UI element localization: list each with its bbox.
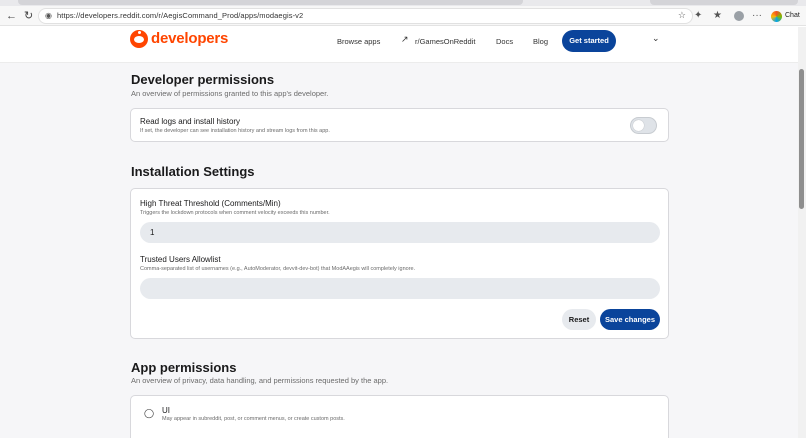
browser-toolbar: ← ↻ ◉ https://developers.reddit.com/r/Ae… — [0, 6, 806, 26]
copilot-icon[interactable] — [771, 11, 782, 22]
app-permission-title: UI — [162, 406, 170, 415]
read-logs-toggle[interactable] — [630, 117, 657, 134]
nav-browse-apps[interactable]: Browse apps — [337, 37, 380, 46]
browser-tab-active[interactable] — [18, 0, 523, 5]
reset-button[interactable]: Reset — [562, 309, 596, 330]
installation-settings-title: Installation Settings — [131, 164, 255, 179]
developer-permissions-subtitle: An overview of permissions granted to th… — [131, 89, 329, 98]
allowlist-input[interactable] — [140, 278, 660, 299]
field-label-allowlist: Trusted Users Allowlist — [140, 255, 221, 264]
favorites-icon[interactable]: ★ — [713, 9, 722, 22]
top-navigation: developers Browse apps ↗ r/GamesOnReddit… — [0, 27, 798, 63]
app-permissions-title: App permissions — [131, 360, 237, 375]
app-permission-card: ◯ UI May appear in subreddit, post, or c… — [130, 395, 669, 438]
permission-description: If set, the developer can see installati… — [140, 128, 330, 134]
nav-blog[interactable]: Blog — [533, 37, 548, 46]
developer-permissions-title: Developer permissions — [131, 72, 275, 87]
browser-tab[interactable] — [650, 0, 798, 5]
brand-name[interactable]: developers — [151, 30, 228, 47]
more-menu-icon[interactable]: ··· — [752, 9, 762, 22]
chat-label[interactable]: Chat — [785, 12, 800, 19]
back-icon[interactable]: ← — [6, 9, 17, 23]
url-text[interactable]: https://developers.reddit.com/r/AegisCom… — [57, 11, 303, 20]
extensions-icon[interactable]: ✦ — [694, 9, 702, 22]
favorite-star-icon[interactable]: ☆ — [678, 10, 686, 21]
chevron-down-icon[interactable]: ⌄ — [652, 33, 660, 44]
reddit-logo-icon[interactable] — [130, 30, 148, 48]
tag-icon: ◯ — [144, 408, 155, 418]
refresh-icon[interactable]: ↻ — [24, 9, 33, 23]
save-changes-button[interactable]: Save changes — [600, 309, 660, 330]
address-bar[interactable]: ◉ https://developers.reddit.com/r/AegisC… — [38, 8, 693, 24]
scrollbar-thumb[interactable] — [799, 69, 804, 209]
toggle-knob — [633, 120, 644, 131]
installation-settings-card: High Threat Threshold (Comments/Min) Tri… — [130, 188, 669, 339]
lock-icon: ◉ — [45, 11, 52, 20]
page: developers Browse apps ↗ r/GamesOnReddit… — [0, 27, 806, 438]
field-label-threshold: High Threat Threshold (Comments/Min) — [140, 199, 281, 208]
nav-subreddit-link[interactable]: r/GamesOnReddit — [415, 37, 475, 46]
external-link-icon: ↗ — [401, 34, 409, 44]
nav-docs[interactable]: Docs — [496, 37, 513, 46]
field-help-threshold: Triggers the lockdown protocols when com… — [140, 210, 330, 216]
get-started-button[interactable]: Get started — [562, 30, 616, 52]
permission-title: Read logs and install history — [140, 117, 241, 126]
app-permission-description: May appear in subreddit, post, or commen… — [162, 416, 345, 422]
app-permissions-subtitle: An overview of privacy, data handling, a… — [131, 376, 389, 385]
profile-avatar[interactable] — [734, 11, 744, 21]
threshold-input[interactable] — [140, 222, 660, 243]
field-help-allowlist: Comma-separated list of usernames (e.g.,… — [140, 266, 416, 272]
developer-permission-card: Read logs and install history If set, th… — [130, 108, 669, 142]
